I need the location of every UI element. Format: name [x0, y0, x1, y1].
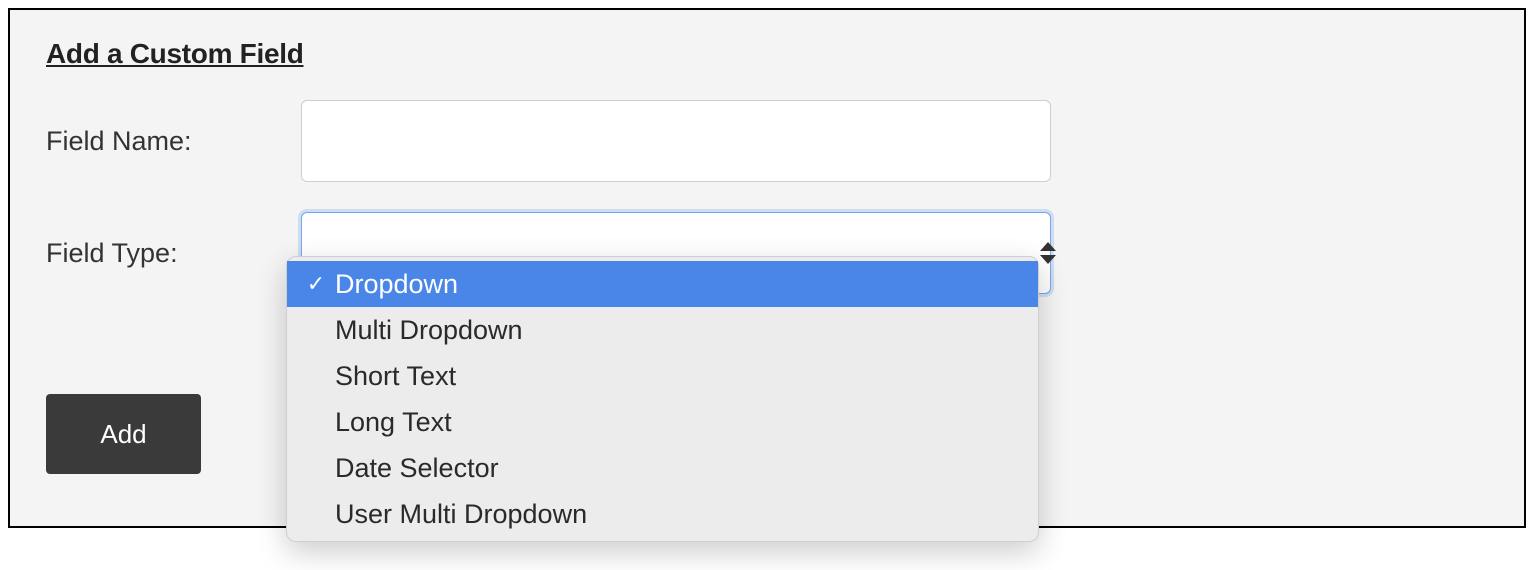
select-stepper-icon: [1039, 239, 1057, 267]
chevron-down-icon: [1040, 255, 1056, 264]
option-label: Long Text: [331, 407, 452, 438]
option-label: Date Selector: [331, 453, 499, 484]
option-label: Dropdown: [331, 269, 458, 300]
option-label: User Multi Dropdown: [331, 499, 587, 530]
field-type-option-long-text[interactable]: Long Text: [287, 399, 1038, 445]
check-icon: ✓: [301, 271, 331, 297]
field-type-label: Field Type:: [46, 238, 301, 269]
field-name-label: Field Name:: [46, 126, 301, 157]
field-name-input[interactable]: [301, 100, 1051, 182]
field-type-option-date-selector[interactable]: Date Selector: [287, 445, 1038, 491]
option-label: Short Text: [331, 361, 456, 392]
custom-field-panel: Add a Custom Field Field Name: Field Typ…: [8, 8, 1526, 528]
add-button[interactable]: Add: [46, 394, 201, 474]
field-type-options-popup: ✓ Dropdown Multi Dropdown Short Text Lon…: [286, 256, 1039, 542]
field-type-option-dropdown[interactable]: ✓ Dropdown: [287, 261, 1038, 307]
field-type-option-user-multi-dropdown[interactable]: User Multi Dropdown: [287, 491, 1038, 537]
field-type-option-multi-dropdown[interactable]: Multi Dropdown: [287, 307, 1038, 353]
panel-heading: Add a Custom Field: [46, 38, 1488, 70]
option-label: Multi Dropdown: [331, 315, 523, 346]
chevron-up-icon: [1040, 242, 1056, 251]
field-name-row: Field Name:: [46, 100, 1488, 182]
field-type-option-short-text[interactable]: Short Text: [287, 353, 1038, 399]
